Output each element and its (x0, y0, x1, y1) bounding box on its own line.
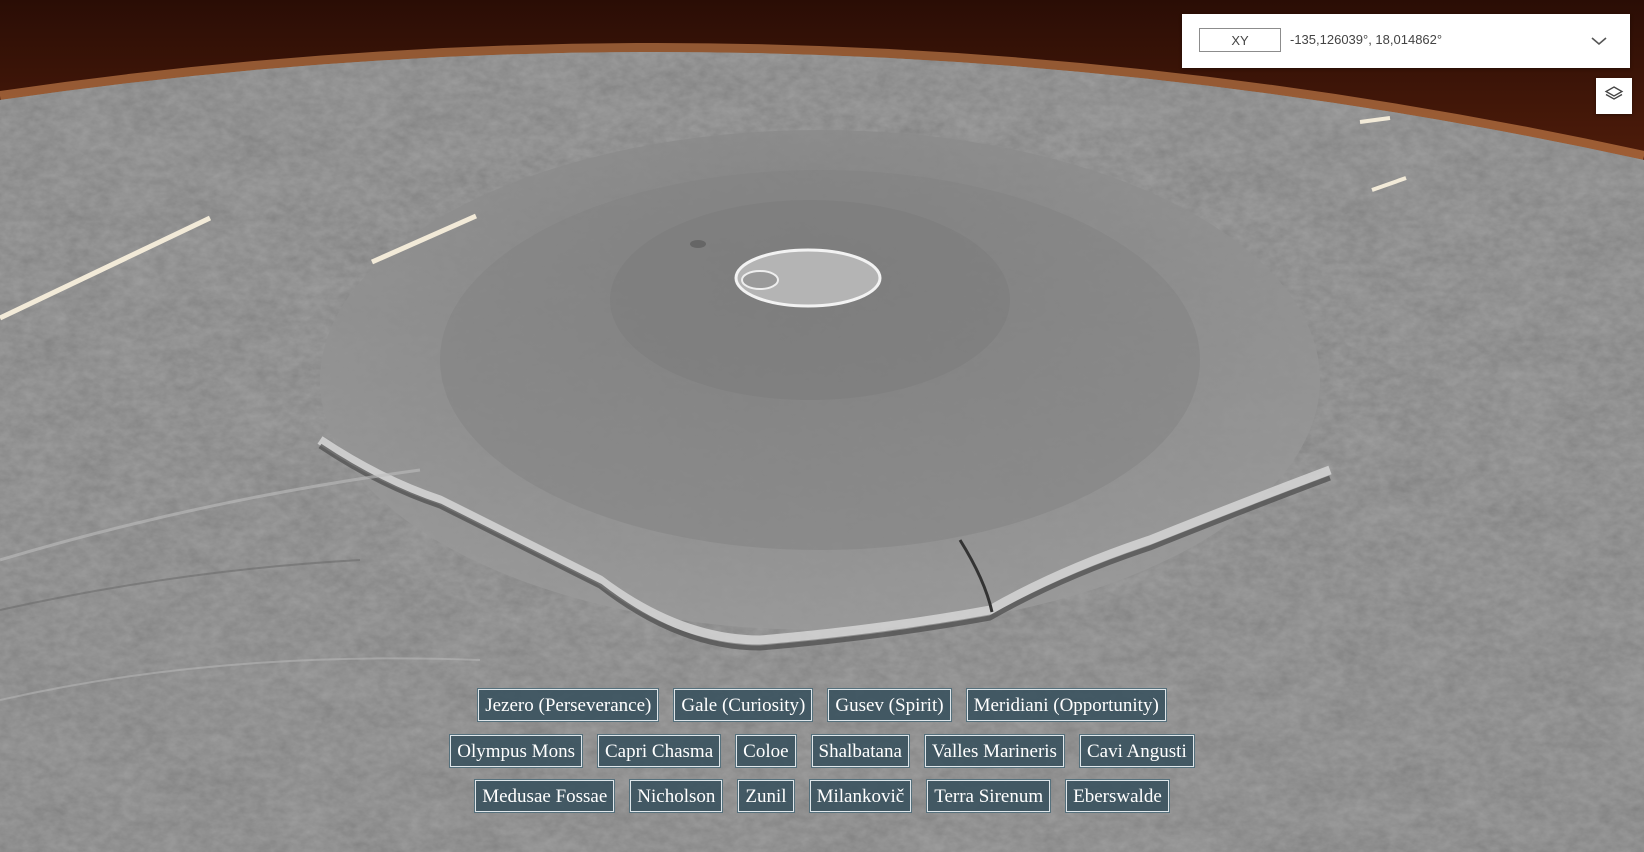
location-button-capri-chasma[interactable]: Capri Chasma (596, 734, 722, 768)
location-button-cavi-angusti[interactable]: Cavi Angusti (1078, 734, 1195, 768)
layers-icon (1604, 84, 1624, 109)
location-button-nicholson[interactable]: Nicholson (629, 779, 724, 813)
location-button-gusev[interactable]: Gusev (Spirit) (827, 688, 952, 722)
location-button-gale[interactable]: Gale (Curiosity) (673, 688, 814, 722)
location-button-jezero[interactable]: Jezero (Perseverance) (477, 688, 660, 722)
location-button-coloe[interactable]: Coloe (735, 734, 797, 768)
location-buttons-row-1: Jezero (Perseverance) Gale (Curiosity) G… (0, 688, 1644, 722)
layers-button[interactable] (1596, 78, 1632, 114)
location-button-shalbatana[interactable]: Shalbatana (810, 734, 910, 768)
coordinate-format-button[interactable]: XY (1199, 28, 1281, 52)
location-button-valles-marineris[interactable]: Valles Marineris (923, 734, 1065, 768)
location-button-meridiani[interactable]: Meridiani (Opportunity) (965, 688, 1167, 722)
location-button-zunil[interactable]: Zunil (737, 779, 795, 813)
coordinate-conversion-widget: XY -135,126039°, 18,014862° (1182, 14, 1630, 68)
location-button-milankovic[interactable]: Milankovič (808, 779, 913, 813)
location-button-eberswalde[interactable]: Eberswalde (1065, 779, 1170, 813)
coordinate-readout: -135,126039°, 18,014862° (1290, 32, 1443, 47)
location-buttons-row-2: Olympus Mons Capri Chasma Coloe Shalbata… (0, 734, 1644, 768)
location-button-terra-sirenum[interactable]: Terra Sirenum (926, 779, 1052, 813)
location-buttons-row-3: Medusae Fossae Nicholson Zunil Milankovi… (0, 779, 1644, 813)
chevron-down-icon[interactable] (1588, 31, 1610, 51)
mars-terrain-map[interactable] (0, 0, 1644, 852)
location-button-olympus-mons[interactable]: Olympus Mons (449, 734, 583, 768)
location-button-medusae-fossae[interactable]: Medusae Fossae (474, 779, 616, 813)
